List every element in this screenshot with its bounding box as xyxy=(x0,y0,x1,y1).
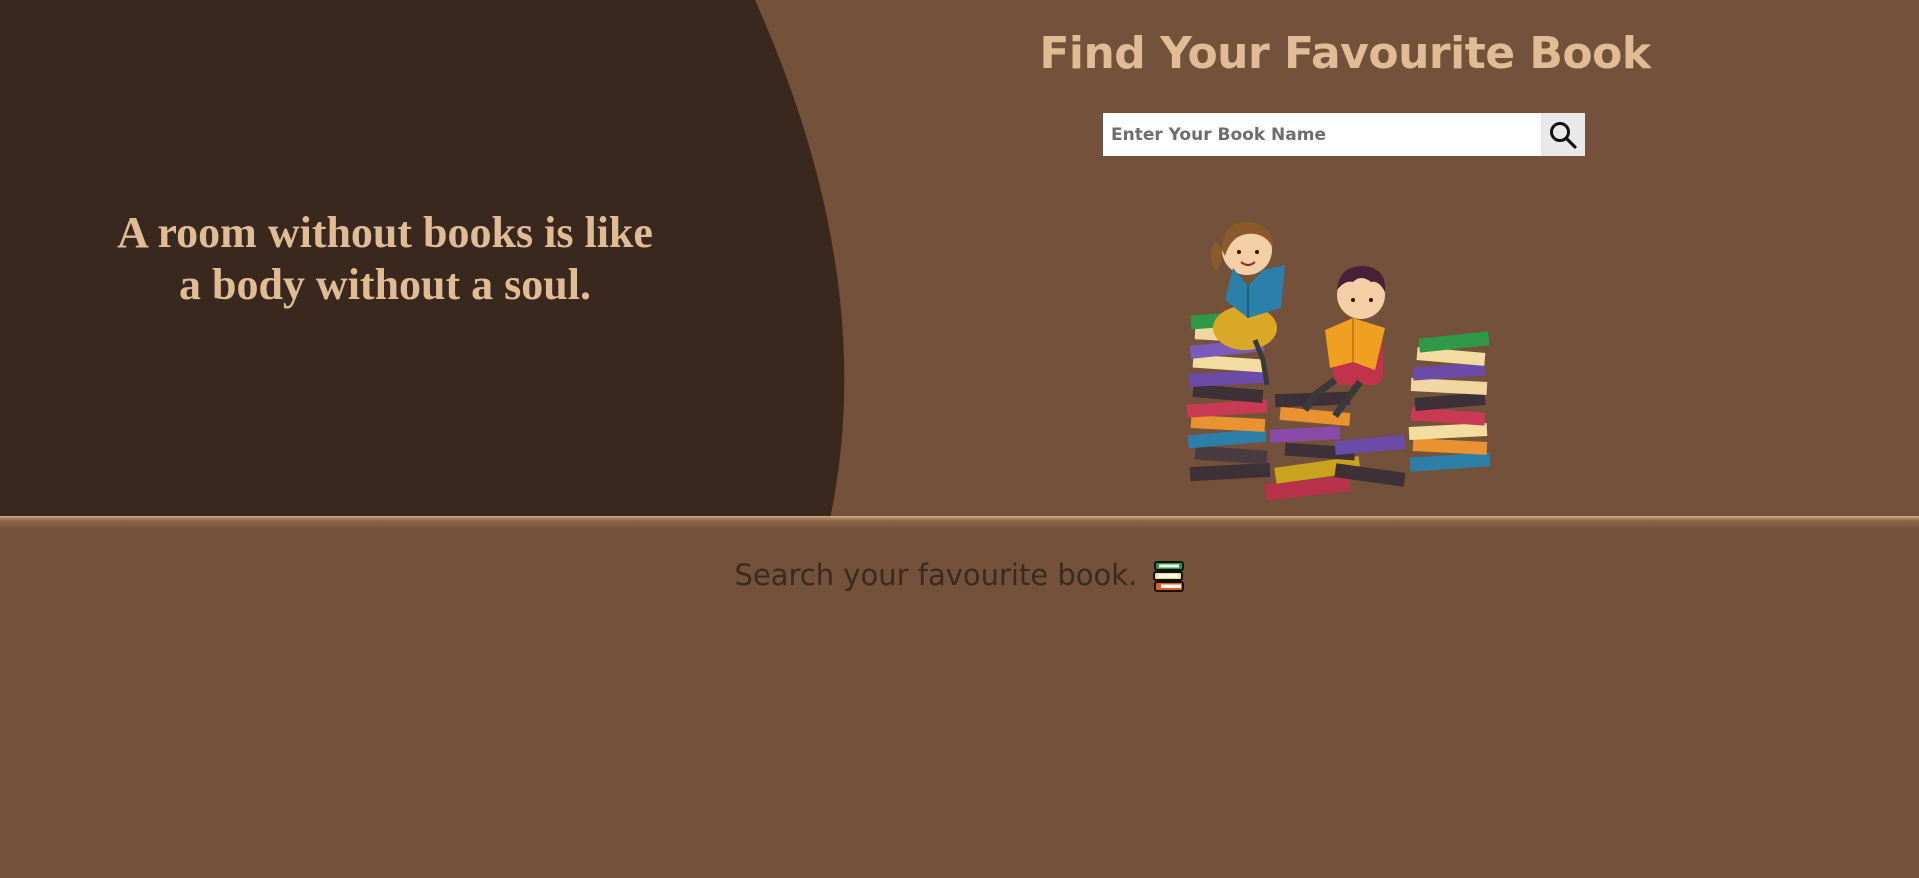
search-panel: Find Your Favourite Book xyxy=(1000,0,1690,519)
search-icon xyxy=(1550,121,1577,149)
hero-section: A room without books is like a body with… xyxy=(0,0,1919,519)
quote-line-1: A room without books is like xyxy=(117,208,653,257)
page-title: Find Your Favourite Book xyxy=(1039,28,1651,79)
search-bar xyxy=(1103,113,1585,156)
books-icon xyxy=(1152,561,1184,592)
hero-quote: A room without books is like a body with… xyxy=(60,207,710,311)
quote-line-2: a body without a soul. xyxy=(178,260,591,309)
search-input[interactable] xyxy=(1103,113,1541,156)
tagline-text: Search your favourite book. xyxy=(734,558,1138,592)
kids-reading-books-illustration xyxy=(1186,221,1491,501)
tagline: Search your favourite book. xyxy=(0,558,1919,594)
search-button[interactable] xyxy=(1541,113,1585,156)
hero-bottom-edge xyxy=(0,516,1919,530)
